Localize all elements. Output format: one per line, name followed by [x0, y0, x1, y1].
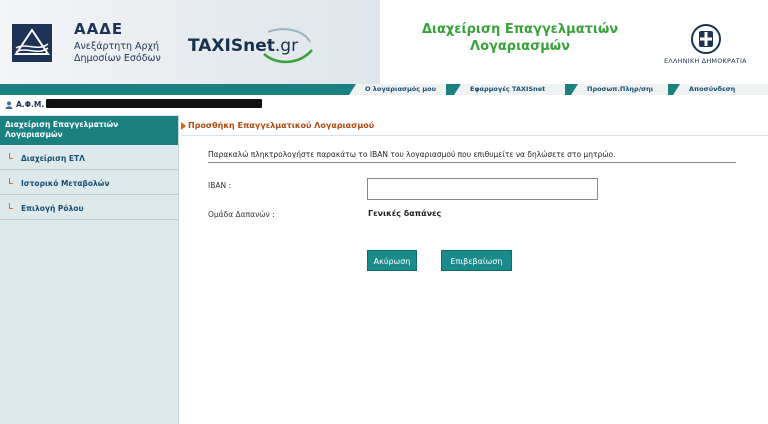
gov-label: ΕΛΛΗΝΙΚΗ ΔΗΜΟΚΡΑΤΙΑ: [664, 57, 747, 65]
sidebar-item-select-role[interactable]: Επιλογή Ρόλου: [0, 196, 178, 220]
header-title-line2: Λογαριασμών: [470, 39, 570, 54]
iban-input[interactable]: [367, 178, 598, 200]
greek-republic-emblem-icon: [691, 24, 721, 54]
aade-logo-icon: [12, 24, 52, 62]
cancel-button[interactable]: Ακύρωση: [367, 250, 417, 271]
iban-label: IBAN :: [208, 181, 232, 190]
nav-logout[interactable]: Αποσύνδεση: [673, 84, 768, 95]
aade-subtitle-line1: Ανεξάρτητη Αρχή: [74, 41, 160, 52]
sidebar-bullet-icon: [9, 203, 13, 209]
sidebar-item-label: Επιλογή Ρόλου: [21, 204, 84, 213]
nav-personal-info[interactable]: Προσωπ.Πληρ/σηι: [571, 84, 668, 95]
nav-my-account[interactable]: Ο λογαριασμός μου: [349, 84, 446, 95]
expense-group-value: Γενικές δαπάνες: [368, 209, 442, 218]
taxisnet-swirl-icon: [263, 28, 313, 63]
sidebar-item-manage-etl[interactable]: Διαχείριση ΕΤΛ: [0, 146, 178, 170]
confirm-button[interactable]: Επιβεβαίωση: [441, 250, 512, 271]
aade-name: ΑΑΔΕ: [74, 20, 124, 38]
header-title: Διαχείριση Επαγγελματιών Λογαριασμών: [395, 21, 645, 55]
header-title-line1: Διαχείριση Επαγγελματιών: [421, 22, 619, 37]
page-title: Προσθήκη Επαγγελματικού Λογαριασμού: [188, 121, 375, 130]
sidebar-item-change-history[interactable]: Ιστορικό Μεταβολών: [0, 171, 178, 195]
aade-subtitle-line2: Δημοσίων Εσόδων: [74, 53, 161, 64]
user-icon: [5, 101, 13, 109]
user-afm-redacted: [46, 99, 262, 108]
divider: [208, 162, 736, 163]
nav-taxisnet-apps[interactable]: Εφαρμογές TAXISnet: [454, 84, 565, 95]
triangle-right-icon: [181, 122, 186, 130]
sidebar-bullet-icon: [9, 178, 13, 184]
sidebar-item-label: Διαχείριση ΕΤΛ: [21, 154, 85, 163]
instruction-text: Παρακαλώ πληκτρολογήστε παρακάτω το IBAN…: [208, 150, 616, 159]
page: ΑΑΔΕ Ανεξάρτητη Αρχή Δημοσίων Εσόδων TAX…: [0, 0, 768, 424]
aade-subtitle: Ανεξάρτητη Αρχή Δημοσίων Εσόδων: [74, 41, 161, 65]
sidebar-header-label: Διαχείριση Επαγγελματιών Λογαριασμών: [5, 120, 119, 139]
expense-group-label: Ομάδα Δαπανών :: [208, 210, 275, 219]
sidebar-bullet-icon: [9, 153, 13, 159]
user-afm-label: Α.Φ.Μ.: [16, 100, 45, 109]
sidebar-item-label: Ιστορικό Μεταβολών: [21, 179, 110, 188]
